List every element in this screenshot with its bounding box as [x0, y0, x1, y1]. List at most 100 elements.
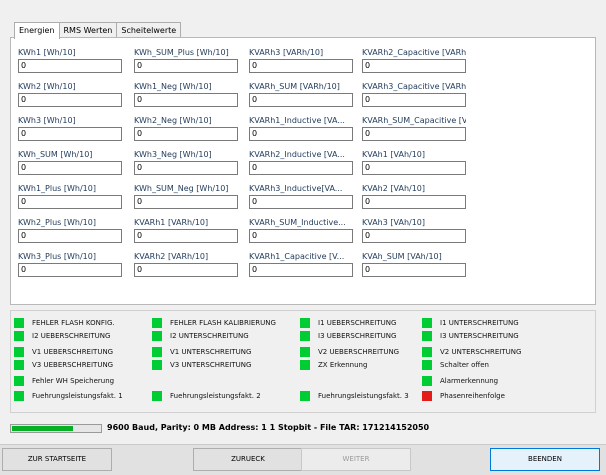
value-input[interactable]: 0 — [134, 229, 238, 243]
field-kvarh3: KVARh3 [VARh/10] 0 — [249, 48, 353, 73]
status-led-icon — [300, 318, 310, 328]
value-input[interactable]: 0 — [134, 195, 238, 209]
indicator-alarmerkennung: Alarmerkennung — [422, 375, 498, 387]
field-label: KVARh1_Capacitive [V... — [249, 252, 345, 261]
field-label: KWh3_Neg [Wh/10] — [134, 150, 212, 159]
value-input[interactable]: 0 — [362, 59, 466, 73]
value-input[interactable]: 0 — [18, 59, 122, 73]
indicator-schalter-offen: Schalter offen — [422, 359, 489, 371]
value-input[interactable]: 0 — [362, 161, 466, 175]
indicator-i2-ueberschreitung: I2 UEBERSCHREITUNG — [14, 330, 110, 342]
field-label: KWh2_Neg [Wh/10] — [134, 116, 212, 125]
indicator-label: I3 UEBERSCHREITUNG — [318, 332, 397, 340]
indicator-v2-unterschreitung: V2 UNTERSCHREITUNG — [422, 346, 521, 358]
field-label: KWh2 [Wh/10] — [18, 82, 76, 91]
value-input[interactable]: 0 — [18, 161, 122, 175]
status-led-icon — [300, 391, 310, 401]
field-label: KWh_SUM_Neg [Wh/10] — [134, 184, 229, 193]
value-input[interactable]: 0 — [134, 161, 238, 175]
value-input[interactable]: 0 — [18, 93, 122, 107]
indicator-fuehrungsleistungsfakt-1: Fuehrungsleistungsfakt. 1 — [14, 390, 123, 402]
field-label: KVARh_SUM_Inductive... — [249, 218, 346, 227]
value-input[interactable]: 0 — [362, 195, 466, 209]
indicator-zx-erkennung: ZX Erkennung — [300, 359, 367, 371]
value-input[interactable]: 0 — [362, 127, 466, 141]
next-button[interactable]: WEITER — [301, 448, 411, 471]
status-led-icon — [422, 331, 432, 341]
tab-energien[interactable]: Energien — [14, 22, 60, 39]
status-led-icon — [14, 347, 24, 357]
value-input[interactable]: 0 — [362, 229, 466, 243]
field-label: KVARh2 [VARh/10] — [134, 252, 209, 261]
field-kvarh1-inductive: KVARh1_Inductive [VA... 0 — [249, 116, 353, 141]
field-kwh1-plus: KWh1_Plus [Wh/10] 0 — [18, 184, 122, 209]
indicator-label: V1 UEBERSCHREITUNG — [32, 348, 114, 356]
value-input[interactable]: 0 — [134, 93, 238, 107]
tab-scheitelwerte[interactable]: Scheitelwerte — [116, 22, 182, 38]
indicator-label: Schalter offen — [440, 361, 489, 369]
value-input[interactable]: 0 — [249, 127, 353, 141]
start-page-button[interactable]: ZUR STARTSEITE — [2, 448, 112, 471]
field-kvarh-sum-capacitive: KVARh_SUM_Capacitive [VARh/10] 0 — [362, 116, 466, 141]
status-led-icon — [152, 347, 162, 357]
status-led-icon — [422, 391, 432, 401]
indicator-label: Alarmerkennung — [440, 377, 499, 385]
indicator-fuehrungsleistungsfakt-3: Fuehrungsleistungsfakt. 3 — [300, 390, 409, 402]
status-led-icon — [14, 391, 24, 401]
field-kwh3: KWh3 [Wh/10] 0 — [18, 116, 122, 141]
exit-button[interactable]: BEENDEN — [490, 448, 600, 471]
indicator-label: I1 UNTERSCHREITUNG — [440, 319, 519, 327]
status-led-icon — [14, 376, 24, 386]
status-led-icon — [422, 360, 432, 370]
status-led-icon — [14, 360, 24, 370]
value-input[interactable]: 0 — [18, 195, 122, 209]
energien-panel: KWh1 [Wh/10] 0 KWh2 [Wh/10] 0 KWh3 [Wh/10]… — [10, 37, 596, 305]
field-kvarh3-capacitive: KVARh3_Capacitive [VARh/10] 0 — [362, 82, 466, 107]
indicator-label: Fuehrungsleistungsfakt. 3 — [318, 392, 409, 400]
field-kvah-sum: KVAh_SUM [VAh/10] 0 — [362, 252, 466, 277]
indicator-label: V3 UEBERSCHREITUNG — [32, 361, 114, 369]
status-led-icon — [300, 347, 310, 357]
indicator-label: ZX Erkennung — [318, 361, 368, 369]
indicator-label: Fehler WH Speicherung — [32, 377, 115, 385]
field-label: KVARh2_Capacitive [VARh/10] — [362, 48, 466, 57]
indicator-phasenreihenfolge: Phasenreihenfolge — [422, 390, 505, 402]
indicator-i1-ueberschreitung: I1 UEBERSCHREITUNG — [300, 317, 396, 329]
field-kwh3-neg: KWh3_Neg [Wh/10] 0 — [134, 150, 238, 175]
value-input[interactable]: 0 — [249, 263, 353, 277]
indicator-label: FEHLER FLASH KONFIG. — [32, 319, 115, 327]
field-kvah2: KVAh2 [VAh/10] 0 — [362, 184, 466, 209]
value-input[interactable]: 0 — [249, 195, 353, 209]
field-kvarh3-inductive: KVARh3_Inductive[VA... 0 — [249, 184, 353, 209]
value-input[interactable]: 0 — [134, 127, 238, 141]
status-led-icon — [152, 391, 162, 401]
value-input[interactable]: 0 — [18, 229, 122, 243]
indicator-label: V1 UNTERSCHREITUNG — [170, 348, 252, 356]
value-input[interactable]: 0 — [362, 93, 466, 107]
indicator-fehler-wh-speicherung: Fehler WH Speicherung — [14, 375, 114, 387]
status-led-icon — [14, 318, 24, 328]
tab-rms-werten[interactable]: RMS Werten — [58, 22, 118, 38]
indicator-label: Fuehrungsleistungsfakt. 2 — [170, 392, 261, 400]
value-input[interactable]: 0 — [249, 229, 353, 243]
value-input[interactable]: 0 — [362, 263, 466, 277]
field-kwh3-plus: KWh3_Plus [Wh/10] 0 — [18, 252, 122, 277]
value-input[interactable]: 0 — [249, 93, 353, 107]
indicator-i3-ueberschreitung: I3 UEBERSCHREITUNG — [300, 330, 396, 342]
value-input[interactable]: 0 — [134, 59, 238, 73]
field-label: KVAh3 [VAh/10] — [362, 218, 426, 227]
indicator-label: Fuehrungsleistungsfakt. 1 — [32, 392, 123, 400]
status-led-icon — [422, 376, 432, 386]
value-input[interactable]: 0 — [18, 263, 122, 277]
back-button[interactable]: ZURUECK — [193, 448, 303, 471]
indicator-v3-ueberschreitung: V3 UEBERSCHREITUNG — [14, 359, 113, 371]
value-input[interactable]: 0 — [249, 59, 353, 73]
field-label: KWh1_Neg [Wh/10] — [134, 82, 212, 91]
indicator-v1-unterschreitung: V1 UNTERSCHREITUNG — [152, 346, 251, 358]
field-label: KVARh3_Inductive[VA... — [249, 184, 343, 193]
value-input[interactable]: 0 — [134, 263, 238, 277]
value-input[interactable]: 0 — [18, 127, 122, 141]
status-led-icon — [152, 318, 162, 328]
progress-fill — [12, 426, 73, 431]
value-input[interactable]: 0 — [249, 161, 353, 175]
